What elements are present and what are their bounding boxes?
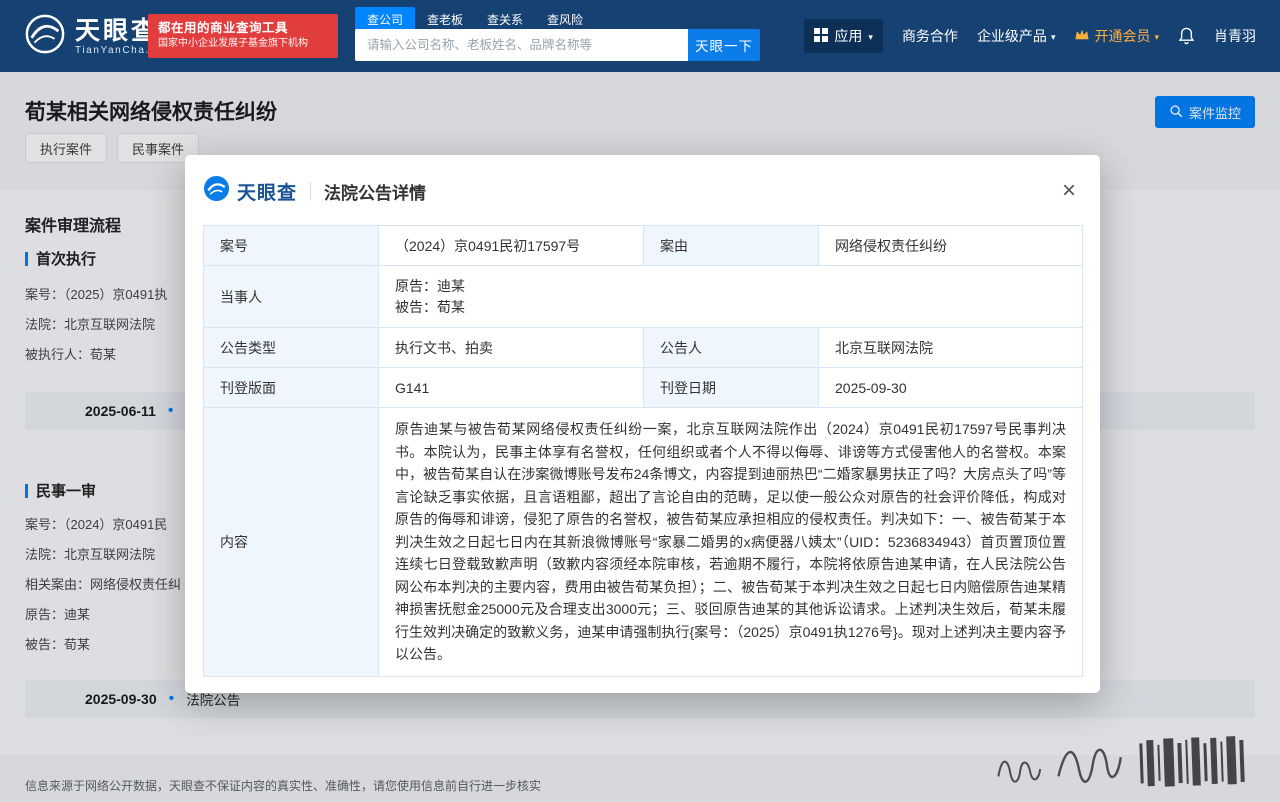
label-parties: 当事人 <box>204 266 379 328</box>
nav-enterprise-products[interactable]: 企业级产品 ▾ <box>977 26 1056 46</box>
tianyancha-logo-icon <box>203 175 230 207</box>
party-plaintiff: 原告：迪某 <box>395 276 1066 297</box>
modal-brand: 天眼查 <box>237 178 297 205</box>
top-navbar: 天眼查 TianYanCha.com 都在用的商业查询工具 国家中小企业发展子基… <box>0 0 1280 72</box>
caret-down-icon: ▾ <box>1154 33 1159 42</box>
value-parties: 原告：迪某 被告：荀某 <box>379 266 1083 328</box>
apps-menu-button[interactable]: 应用 ▾ <box>804 19 883 53</box>
search-button[interactable]: 天眼一下 <box>688 29 760 61</box>
value-content: 原告迪某与被告荀某网络侵权责任纠纷一案，北京互联网法院作出（2024）京0491… <box>379 408 1083 677</box>
promo-badge: 都在用的商业查询工具 国家中小企业发展子基金旗下机构 <box>148 14 338 58</box>
apps-menu-label: 应用 <box>834 26 862 46</box>
value-cause: 网络侵权责任纠纷 <box>819 226 1083 266</box>
search-bar: 天眼一下 <box>355 29 760 61</box>
username-label: 肖青羽 <box>1214 26 1256 46</box>
modal-header: 天眼查 法院公告详情 × <box>185 155 1100 223</box>
label-cause: 案由 <box>644 226 819 266</box>
label-publication-date: 刊登日期 <box>644 368 819 408</box>
search-input[interactable] <box>355 29 688 61</box>
caret-down-icon: ▾ <box>1051 33 1056 42</box>
court-announcement-modal: 天眼查 法院公告详情 × 案号 （2024）京0491民初17597号 案由 网… <box>185 155 1100 693</box>
crown-icon <box>1074 28 1090 44</box>
value-announcer: 北京互联网法院 <box>819 328 1083 368</box>
promo-badge-line2: 国家中小企业发展子基金旗下机构 <box>158 37 328 51</box>
nav-business-cooperation[interactable]: 商务合作 <box>902 26 958 46</box>
value-publication-date: 2025-09-30 <box>819 368 1083 408</box>
label-announcement-type: 公告类型 <box>204 328 379 368</box>
value-publication-page: G141 <box>379 368 644 408</box>
navbar-right-menu: 应用 ▾ 商务合作 企业级产品 ▾ 开通会员 ▾ 肖青羽 <box>804 0 1256 72</box>
grid-icon <box>814 28 828 45</box>
business-cooperation-label: 商务合作 <box>902 26 958 46</box>
announcement-table: 案号 （2024）京0491民初17597号 案由 网络侵权责任纠纷 当事人 原… <box>203 225 1083 677</box>
enterprise-products-label: 企业级产品 <box>977 26 1047 46</box>
label-case-no: 案号 <box>204 226 379 266</box>
label-publication-page: 刊登版面 <box>204 368 379 408</box>
caret-down-icon: ▾ <box>868 33 873 42</box>
promo-badge-line1: 都在用的商业查询工具 <box>158 20 328 37</box>
nav-user-account[interactable]: 肖青羽 <box>1214 26 1256 46</box>
value-announcement-type: 执行文书、拍卖 <box>379 328 644 368</box>
tianyancha-logo-icon <box>24 13 66 60</box>
nav-vip-upgrade[interactable]: 开通会员 ▾ <box>1074 26 1159 46</box>
modal-title: 法院公告详情 <box>324 179 426 204</box>
label-content: 内容 <box>204 408 379 677</box>
party-defendant: 被告：荀某 <box>395 297 1066 318</box>
label-announcer: 公告人 <box>644 328 819 368</box>
value-case-no: （2024）京0491民初17597号 <box>379 226 644 266</box>
close-icon[interactable]: × <box>1058 181 1080 201</box>
vip-label: 开通会员 <box>1094 26 1150 46</box>
bell-icon[interactable] <box>1178 27 1195 45</box>
header-divider <box>310 182 311 200</box>
